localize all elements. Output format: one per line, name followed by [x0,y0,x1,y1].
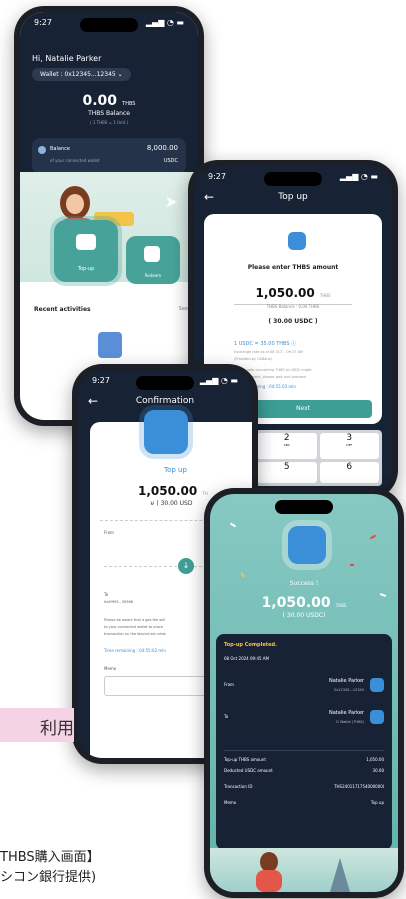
person-face [66,194,84,214]
empty-activity-icon [98,332,122,358]
notch [275,500,333,514]
wallet-icon [370,678,384,692]
memo-label: Memo [104,666,117,671]
summary-row: Top-up THBS amount 1,050.00 [224,750,384,762]
arrow-down-icon: ↓ [178,558,194,574]
topup-label: Top-up [77,266,95,272]
recent-activities-title: Recent activities [34,306,91,313]
amount-value: 1,050.00 [255,286,315,300]
gas-note-1: Please be aware that a gas fee will [104,618,165,622]
notch [80,18,138,32]
wallet-icon [288,232,306,250]
rate-note-2: (Provided by USBank) [234,357,273,361]
usdc-icon [38,146,46,154]
screen-title: Top up [278,192,308,202]
rate-note-1: Exchange rate as of 08 OCT - 09:27 AM [234,350,304,354]
to-wallet: G Wallet (THBS) [336,720,364,724]
wallet-icon [370,710,384,724]
to-label: To [224,714,229,719]
person-body [256,870,282,892]
status-icons: ▂▄▆ ◔ ▬ [199,376,238,385]
success-amount: 1,050.00 THBS [261,595,347,611]
redeem-icon [144,246,160,262]
time-remaining: Time remaining : 04:55:02 min [104,648,166,653]
balance-label: THBS Balance [88,110,130,117]
balance-value: 0.00 [82,93,118,109]
caption-tag-text: 利用 [40,719,74,739]
key-2[interactable]: 2 ABC [257,433,317,459]
from-name: Natalie Parker [328,678,364,684]
from-label: From [224,682,234,687]
person-head [260,852,278,872]
card-label: Balance [50,146,70,152]
success-screen: Success ! 1,050.00 THBS ( 30.00 USDC) To… [210,494,398,892]
success-usdc: ( 30.00 USDC) [282,612,326,619]
notch [264,172,322,186]
gas-note-3: transaction on the blockchain netw [104,632,166,636]
amount-unit: THBS [319,293,331,298]
caption-line-2: シコン銀行提供) [0,870,97,885]
confirm-heading: Top up [164,466,187,474]
exchange-rate: 1 USDC = 35.00 THBS ⓘ [234,341,297,347]
caption-tag: 利用 [0,708,74,742]
summary-row: Transaction ID THS2401171754000000I [224,784,384,789]
thbs-balance-line: THBS Balance : 0.00 THBS [266,304,320,309]
from-address: 0x12345...12345 [334,688,364,692]
success-icon [288,526,326,564]
amount-input[interactable]: 1,050.00 THBS [234,282,352,305]
confirm-usdc: ⊌ ( 30.00 USD [150,500,193,507]
key-5[interactable]: 5 [257,461,317,483]
gas-note-2: to your connected wallet to proce [104,625,164,629]
numeric-keypad: 2 ABC 3 DEF 5 6 [254,430,382,486]
to-address: 0x0f993...39368 [104,600,133,604]
greeting: Hi, Natalie Parker [32,54,102,63]
to-label: To [104,592,109,597]
wallet-icon [76,234,96,250]
screen-title: Confirmation [135,396,195,406]
summary-row: Deducted USDC amount 30.00 [224,768,384,773]
status-icons: ▂▄▆ ◔ ▬ [339,172,378,181]
rate-line: ( 1 THBS = 1 Unit ) [90,120,128,125]
card-value: 8,000.00 [146,144,178,152]
key-3[interactable]: 3 DEF [319,433,379,459]
redeem-label: Redeem [144,273,162,278]
wallet-chip[interactable]: Wallet : 0x12345...12345 ⌄ [32,68,131,81]
key-6[interactable]: 6 [319,461,379,483]
phone-success: Success ! 1,050.00 THBS ( 30.00 USDC) To… [204,488,404,898]
phone-home: 9:27 ▂▄▆ ◔ ▬ Hi, Natalie Parker Wallet : … [14,6,204,426]
card-unit: USDC [163,158,178,164]
caption-line-1: THBS購入画面】 [0,850,100,865]
status-time: 9:27 [34,18,52,27]
success-illustration [210,848,398,892]
notch [136,376,194,390]
topup-tile[interactable]: Top-up [54,220,118,282]
receipt-card: Top-up Completed. 08 Oct 2024 09:45 AM F… [216,634,392,850]
paper-plane-icon: ➤ [164,192,178,211]
usdc-icon: ⊌ [150,500,155,507]
status-time: 9:27 [208,172,226,181]
next-label: Next [296,405,310,412]
confirm-amount: 1,050.00 TH [138,484,208,498]
summary-row: Memo Top up [224,800,384,805]
see-all-link[interactable]: See [179,306,188,312]
to-name: Natalie Parker [328,710,364,716]
receipt-date: 08 Oct 2024 09:45 AM [224,656,269,661]
redeem-tile[interactable]: Redeem [126,236,180,284]
chevron-down-icon: ⌄ [117,71,123,78]
card-sub: of your connected wallet [50,158,100,163]
success-status: Success ! [289,580,319,587]
wallet-balance-card: Balance of your connected wallet 8,000.0… [32,138,186,174]
from-label: From [104,530,114,535]
balance-unit: THBS [122,101,136,107]
status-time: 9:27 [92,376,110,385]
usdc-equivalent: ( 30.00 USDC ) [268,318,318,325]
wallet-chip-label: Wallet : 0x12345...12345 [40,71,116,78]
topup-prompt: Please enter THBS amount [247,264,339,271]
status-icons: ▂▄▆ ◔ ▬ [145,18,184,27]
landmark [330,858,350,892]
home-screen: 9:27 ▂▄▆ ◔ ▬ Hi, Natalie Parker Wallet : … [20,12,198,420]
topup-phone-icon [144,410,188,454]
completed-title: Top-up Completed. [224,642,277,648]
